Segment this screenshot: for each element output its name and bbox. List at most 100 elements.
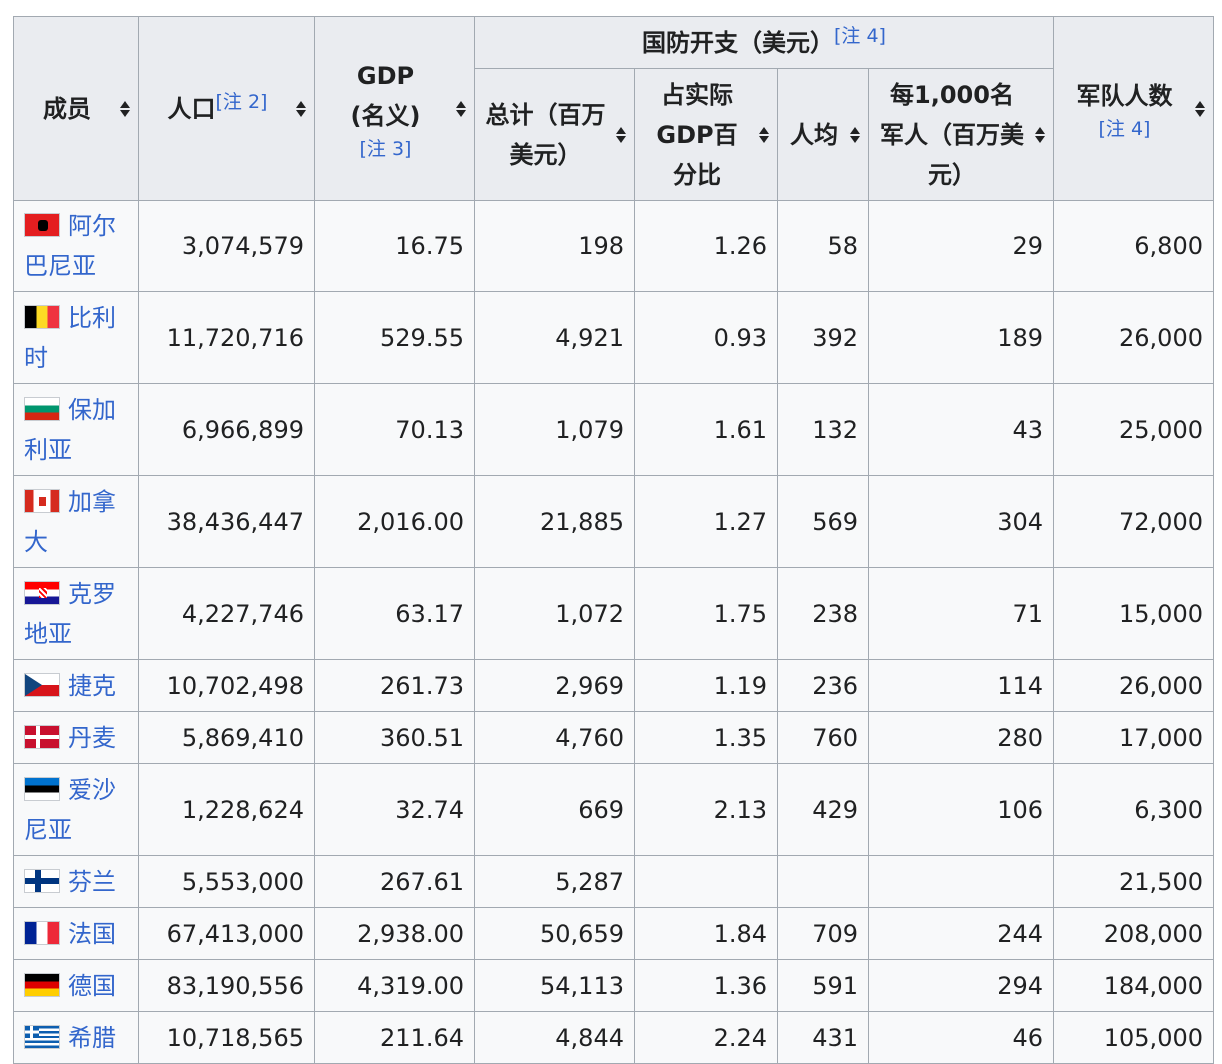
albania-flag-icon xyxy=(24,213,60,237)
header-per-capita[interactable]: 人均 xyxy=(777,68,869,201)
troops-cell: 72,000 xyxy=(1053,475,1214,568)
header-troops-label: 军队人数 xyxy=(1076,81,1173,110)
total-cell: 1,072 xyxy=(474,567,635,660)
total-cell: 5,287 xyxy=(474,855,635,908)
per-1000-cell: 29 xyxy=(868,200,1054,292)
population-cell: 5,869,410 xyxy=(138,711,315,764)
member-cell: 芬兰 xyxy=(13,855,139,908)
header-member-label: 成员 xyxy=(43,94,91,123)
country-link[interactable]: 捷克 xyxy=(68,672,116,700)
per-1000-cell: 106 xyxy=(868,763,1054,856)
sort-icon xyxy=(296,100,306,118)
total-cell: 1,079 xyxy=(474,383,635,476)
per-1000-cell: 71 xyxy=(868,567,1054,660)
population-cell: 5,553,000 xyxy=(138,855,315,908)
gdp-cell: 360.51 xyxy=(314,711,475,764)
troops-cell: 15,000 xyxy=(1053,567,1214,660)
nato-members-table: 成员 人口[注 2] GDP (名义) [注 3] 国防开支（美元）[注 4] … xyxy=(13,16,1214,1064)
country-link[interactable]: 丹麦 xyxy=(68,724,116,752)
member-cell: 捷克 xyxy=(13,659,139,712)
pct-cell: 1.35 xyxy=(634,711,778,764)
header-per-1000[interactable]: 每1,000名军人（百万美元） xyxy=(868,68,1054,201)
member-cell: 加拿大 xyxy=(13,475,139,568)
population-cell: 38,436,447 xyxy=(138,475,315,568)
total-cell: 669 xyxy=(474,763,635,856)
country-link[interactable]: 芬兰 xyxy=(68,868,116,896)
header-total[interactable]: 总计（百万美元） xyxy=(474,68,635,201)
header-troops[interactable]: 军队人数 [注 4] xyxy=(1053,16,1214,201)
population-cell: 10,702,498 xyxy=(138,659,315,712)
per-capita-cell: 429 xyxy=(777,763,869,856)
pct-cell: 1.36 xyxy=(634,959,778,1012)
troops-cell: 25,000 xyxy=(1053,383,1214,476)
per-1000-cell: 114 xyxy=(868,659,1054,712)
czechia-flag-icon xyxy=(24,672,60,697)
gdp-cell: 267.61 xyxy=(314,855,475,908)
canada-flag-icon xyxy=(24,488,60,513)
troops-cell: 208,000 xyxy=(1053,907,1214,960)
pct-cell: 1.84 xyxy=(634,907,778,960)
gdp-cell: 2,016.00 xyxy=(314,475,475,568)
header-pct-gdp[interactable]: 占实际GDP百分比 xyxy=(634,68,778,201)
population-cell: 67,413,000 xyxy=(138,907,315,960)
header-member[interactable]: 成员 xyxy=(13,16,139,201)
per-capita-cell xyxy=(777,855,869,908)
table-row: 比利时 11,720,716 529.55 4,921 0.93 392 189… xyxy=(13,291,1214,384)
pct-cell: 1.19 xyxy=(634,659,778,712)
troops-cell: 26,000 xyxy=(1053,659,1214,712)
header-per-capita-label: 人均 xyxy=(790,120,838,149)
troops-cell: 6,300 xyxy=(1053,763,1214,856)
gdp-cell: 32.74 xyxy=(314,763,475,856)
gdp-cell: 529.55 xyxy=(314,291,475,384)
total-cell: 4,921 xyxy=(474,291,635,384)
total-cell: 2,969 xyxy=(474,659,635,712)
population-note-link[interactable]: [注 2] xyxy=(216,91,268,113)
sort-icon xyxy=(1035,126,1045,144)
per-capita-cell: 569 xyxy=(777,475,869,568)
sort-icon xyxy=(850,126,860,144)
country-link[interactable]: 法国 xyxy=(68,920,116,948)
troops-cell: 21,500 xyxy=(1053,855,1214,908)
bulgaria-flag-icon xyxy=(24,396,60,421)
troops-cell: 26,000 xyxy=(1053,291,1214,384)
member-cell: 保加利亚 xyxy=(13,383,139,476)
header-total-label: 总计（百万美元） xyxy=(485,100,606,169)
header-per-1000-label: 每1,000名军人（百万美元） xyxy=(880,80,1024,189)
gdp-cell: 261.73 xyxy=(314,659,475,712)
table-row: 爱沙尼亚 1,228,624 32.74 669 2.13 429 106 6,… xyxy=(13,763,1214,856)
sort-icon xyxy=(456,100,466,118)
country-link[interactable]: 德国 xyxy=(68,972,116,1000)
header-defense: 国防开支（美元）[注 4] xyxy=(474,16,1054,69)
denmark-flag-icon xyxy=(24,724,60,749)
per-1000-cell: 294 xyxy=(868,959,1054,1012)
per-capita-cell: 431 xyxy=(777,1011,869,1064)
per-capita-cell: 58 xyxy=(777,200,869,292)
table-row: 芬兰 5,553,000 267.61 5,287 21,500 xyxy=(13,855,1214,908)
total-cell: 50,659 xyxy=(474,907,635,960)
total-cell: 4,760 xyxy=(474,711,635,764)
troops-cell: 184,000 xyxy=(1053,959,1214,1012)
germany-flag-icon xyxy=(24,972,60,997)
gdp-cell: 70.13 xyxy=(314,383,475,476)
member-cell: 希腊 xyxy=(13,1011,139,1064)
pct-cell: 1.61 xyxy=(634,383,778,476)
greece-flag-icon xyxy=(24,1024,60,1049)
table-row: 希腊 10,718,565 211.64 4,844 2.24 431 46 1… xyxy=(13,1011,1214,1064)
header-population-label: 人口 xyxy=(167,94,216,123)
header-population[interactable]: 人口[注 2] xyxy=(138,16,315,201)
per-capita-cell: 238 xyxy=(777,567,869,660)
population-cell: 83,190,556 xyxy=(138,959,315,1012)
header-defense-label: 国防开支（美元） xyxy=(642,28,835,57)
table-row: 保加利亚 6,966,899 70.13 1,079 1.61 132 43 2… xyxy=(13,383,1214,476)
troops-note-link[interactable]: [注 4] xyxy=(1064,116,1185,142)
population-cell: 1,228,624 xyxy=(138,763,315,856)
defense-note-link[interactable]: [注 4] xyxy=(834,25,886,47)
member-cell: 爱沙尼亚 xyxy=(13,763,139,856)
per-1000-cell: 189 xyxy=(868,291,1054,384)
country-link[interactable]: 希腊 xyxy=(68,1024,116,1052)
table-row: 丹麦 5,869,410 360.51 4,760 1.35 760 280 1… xyxy=(13,711,1214,764)
member-cell: 克罗地亚 xyxy=(13,567,139,660)
gdp-note-link[interactable]: [注 3] xyxy=(325,136,446,162)
header-gdp[interactable]: GDP (名义) [注 3] xyxy=(314,16,475,201)
population-cell: 4,227,746 xyxy=(138,567,315,660)
